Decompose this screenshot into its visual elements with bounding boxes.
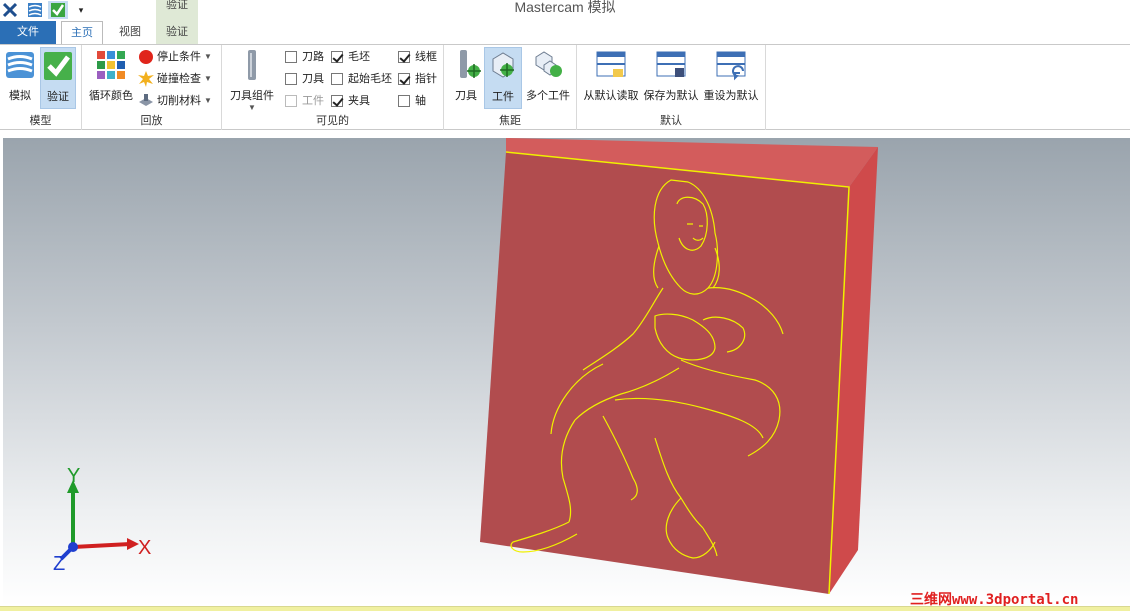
group-defaults: 从默认读取 保存为默认 重设为默认 默认	[577, 45, 766, 130]
read-defaults-button[interactable]: 从默认读取	[582, 47, 640, 109]
group-model: 模拟 验证 模型	[0, 45, 82, 130]
reset-defaults-button[interactable]: 重设为默认	[703, 47, 759, 109]
focus-tool-label: 刀具	[455, 90, 477, 102]
status-bar	[0, 606, 1130, 611]
tool-holder-icon	[248, 50, 256, 80]
cut-material-label: 切削材料	[157, 95, 201, 107]
checkbox-pointer[interactable]: 指针	[398, 70, 437, 88]
focus-multi-workpiece-label: 多个工件	[526, 90, 570, 102]
verify-button[interactable]: 验证	[40, 47, 76, 109]
stop-conditions-label: 停止条件	[157, 51, 201, 63]
focus-workpiece-label: 工件	[492, 91, 514, 103]
viewport-canvas: Y X Z	[53, 138, 878, 595]
checkbox-label: 刀具	[302, 73, 324, 85]
chevron-down-icon: ▼	[204, 74, 212, 83]
tab-view[interactable]: 视图	[109, 21, 151, 44]
group-visible: 刀具组件 ▼ 刀路 刀具 工件 毛坯 起始毛坯 夹具 线框 指针 轴 可见的	[222, 45, 444, 130]
tab-home[interactable]: 主页	[61, 21, 103, 45]
checkbox-workpiece: 工件	[285, 92, 324, 110]
checkbox-box	[285, 95, 297, 107]
group-label-defaults: 默认	[660, 115, 682, 127]
save-defaults-icon	[656, 51, 686, 77]
checkbox-box	[331, 95, 343, 107]
window-title: Mastercam 模拟	[514, 0, 616, 15]
axis-triad: Y X Z	[53, 465, 151, 575]
focus-multi-workpiece-button[interactable]: 多个工件	[526, 47, 570, 109]
reset-defaults-label: 重设为默认	[703, 90, 759, 102]
checkbox-tool[interactable]: 刀具	[285, 70, 324, 88]
focus-tool-button[interactable]: 刀具	[448, 47, 484, 109]
group-label-visible: 可见的	[316, 115, 349, 127]
axis-label-x: X	[138, 537, 151, 559]
tool-assembly-label: 刀具组件	[230, 90, 274, 102]
focus-workpiece-button[interactable]: 工件	[484, 47, 522, 109]
checkbox-initial-stock[interactable]: 起始毛坯	[331, 70, 392, 88]
verify-label: 验证	[47, 91, 69, 103]
checkbox-toolpath[interactable]: 刀路	[285, 48, 324, 66]
simulate-icon	[6, 52, 34, 78]
read-defaults-label: 从默认读取	[583, 90, 639, 102]
group-label-focus: 焦距	[499, 115, 521, 127]
axis-label-y: Y	[67, 465, 80, 487]
simulation-viewport[interactable]: Y X Z	[3, 138, 1130, 606]
ribbon-spacer	[0, 130, 1130, 138]
ribbon: 模拟 验证 模型 循环颜色 停止条件 ▼ 碰撞检查 ▼ 切削材料 ▼ 回放 刀具…	[0, 44, 1130, 130]
checkbox-box	[398, 51, 410, 63]
checkbox-box	[285, 73, 297, 85]
checkbox-wireframe[interactable]: 线框	[398, 48, 437, 66]
focus-tool-icon	[460, 50, 481, 78]
chevron-down-icon: ▼	[248, 103, 256, 112]
cycle-colors-button[interactable]: 循环颜色	[88, 47, 134, 109]
cut-material-button[interactable]: 切削材料 ▼	[138, 92, 212, 110]
group-label-model: 模型	[29, 115, 52, 127]
checkbox-box	[331, 51, 343, 63]
group-label-playback: 回放	[140, 115, 163, 127]
checkbox-label: 刀路	[302, 51, 324, 63]
color-grid-icon	[97, 51, 125, 79]
checkbox-box	[285, 51, 297, 63]
checkbox-box	[398, 73, 410, 85]
cut-material-icon	[139, 94, 153, 106]
chevron-down-icon: ▼	[204, 96, 212, 105]
save-defaults-button[interactable]: 保存为默认	[643, 47, 699, 109]
checkbox-stock[interactable]: 毛坯	[331, 48, 370, 66]
stop-conditions-button[interactable]: 停止条件 ▼	[138, 48, 212, 66]
collision-burst-icon	[138, 71, 154, 87]
ribbon-tabs: 文件 主页 视图 验证	[0, 21, 1130, 45]
stock-front-face	[480, 152, 849, 594]
tool-assembly-button[interactable]: 刀具组件 ▼	[226, 47, 278, 113]
title-bar: ▾ 验证 Mastercam 模拟	[0, 0, 1130, 44]
checkbox-label: 工件	[302, 95, 324, 107]
reset-defaults-icon	[716, 51, 746, 81]
checkbox-axis[interactable]: 轴	[398, 92, 426, 110]
simulate-label: 模拟	[9, 90, 31, 102]
tab-verify[interactable]: 验证	[156, 21, 198, 44]
simulate-button[interactable]: 模拟	[2, 47, 38, 109]
checkbox-label: 毛坯	[348, 51, 370, 63]
save-defaults-label: 保存为默认	[643, 90, 699, 102]
stop-icon	[139, 50, 153, 64]
checkbox-label: 夹具	[348, 95, 370, 107]
focus-workpiece-icon	[492, 52, 514, 78]
read-defaults-icon	[596, 51, 626, 77]
multi-workpiece-icon	[535, 51, 562, 77]
axis-label-z: Z	[53, 553, 65, 575]
checkbox-box	[398, 95, 410, 107]
verify-check-icon	[44, 52, 72, 80]
group-playback: 循环颜色 停止条件 ▼ 碰撞检查 ▼ 切削材料 ▼ 回放	[82, 45, 222, 130]
collision-check-label: 碰撞检查	[157, 73, 201, 85]
chevron-down-icon: ▼	[204, 52, 212, 61]
checkbox-label: 指针	[415, 73, 437, 85]
stock-block	[480, 138, 878, 595]
collision-check-button[interactable]: 碰撞检查 ▼	[138, 70, 212, 88]
tab-file[interactable]: 文件	[0, 21, 56, 44]
group-focus: 刀具 工件 多个工件 焦距	[444, 45, 577, 130]
checkbox-label: 线框	[415, 51, 437, 63]
checkbox-fixture[interactable]: 夹具	[331, 92, 370, 110]
checkbox-box	[331, 73, 343, 85]
checkbox-label: 轴	[415, 95, 426, 107]
cycle-colors-label: 循环颜色	[89, 90, 133, 102]
checkbox-label: 起始毛坯	[348, 73, 392, 85]
